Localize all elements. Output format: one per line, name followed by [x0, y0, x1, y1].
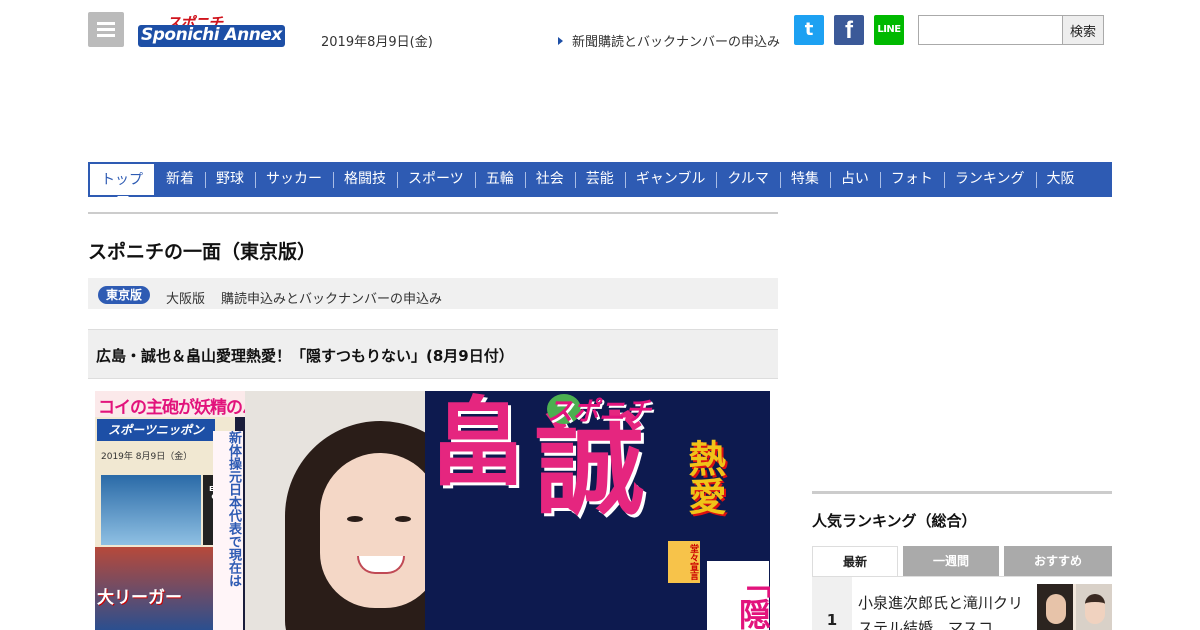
front-page-image[interactable]: コイの主砲が妖精のハート撃ち抜いた スポーツニッポン 2019年 8月9日（金）… — [95, 391, 770, 630]
fp-love-text: 熱愛 — [681, 439, 726, 515]
line-icon[interactable]: LINE — [874, 15, 904, 45]
global-nav: トップ 新着 野球 サッカー 格闘技 スポーツ 五輪 社会 芸能 ギャンブル クルマ 特集 占い フォトラ… — [88, 162, 1112, 202]
logo-roman: Sponichi Annex — [138, 25, 285, 47]
sidebar-divider — [812, 491, 1112, 494]
fp-gymnast-text: 新体操元日本代表で現在は — [213, 431, 243, 630]
fp-eye — [395, 516, 411, 522]
edition-selector: 東京版 大阪版 購読申込みとバックナンバーの申込み — [88, 278, 778, 309]
nav-item-13[interactable]: フォト — [879, 162, 944, 197]
nav-item-7[interactable]: 社会 — [524, 162, 575, 197]
ranking-tabs: 最新 一週間 おすすめ — [812, 546, 1112, 576]
ranking-row[interactable]: 1 小泉進次郎氏と滝川クリステル結婚 マスコ — [812, 576, 1112, 630]
ranking-number: 1 — [812, 577, 852, 630]
edition-tab-osaka[interactable]: 大阪版 — [166, 288, 205, 307]
ranking-tab-latest[interactable]: 最新 — [812, 546, 898, 576]
divider — [88, 212, 778, 214]
nav-item-14[interactable]: ランキング — [943, 162, 1036, 197]
current-date: 2019年8月9日(金) — [321, 35, 433, 50]
fp-logo: スポニチ — [547, 397, 652, 427]
nav-item-11[interactable]: 特集 — [779, 162, 830, 197]
headline[interactable]: 広島・誠也＆畠山愛理熱愛！「隠すつもりない」(8月9日付） — [96, 345, 514, 366]
subscribe-backnumber-link[interactable]: 購読申込みとバックナンバーの申込み — [221, 288, 442, 307]
nav-item-1[interactable]: 新着 — [155, 162, 205, 197]
nav-item-12[interactable]: 占い — [829, 162, 880, 197]
thumb-face — [1046, 594, 1066, 624]
ranking-title: 人気ランキング（総合） — [812, 512, 977, 530]
search-button[interactable]: 検索 — [1062, 15, 1104, 45]
thumb-face — [1085, 594, 1105, 624]
fp-eye — [347, 516, 363, 522]
subscribe-link[interactable]: 新聞購読とバックナンバーの申込み — [558, 31, 780, 50]
nav-item-0[interactable]: トップ — [89, 163, 155, 202]
hamburger-menu-icon[interactable] — [88, 12, 124, 47]
fp-kakusu-text: 「隠 — [707, 561, 770, 630]
ranking-tab-recommended[interactable]: おすすめ — [1004, 546, 1112, 576]
fp-ad-image — [101, 475, 201, 545]
nav-item-10[interactable]: クルマ — [716, 162, 780, 197]
headline-box: 広島・誠也＆畠山愛理熱愛！「隠すつもりない」(8月9日付） — [88, 329, 778, 379]
nav-item-4[interactable]: 格闘技 — [333, 162, 397, 197]
ranking-thumbnail[interactable] — [1037, 584, 1112, 630]
fp-masthead: スポーツニッポン — [97, 419, 215, 441]
ranking-tab-week[interactable]: 一週間 — [903, 546, 999, 576]
fp-sengen-badge: 堂々宣言 — [668, 541, 700, 583]
nav-item-9[interactable]: ギャンブル — [624, 162, 717, 197]
fp-big-char-1: 畠 — [430, 391, 526, 499]
fp-league-text: 大リーガー — [97, 588, 182, 608]
page-title: スポニチの一面（東京版） — [88, 241, 317, 263]
search-input[interactable] — [918, 15, 1063, 45]
fp-date: 2019年 8月9日（金） — [101, 452, 193, 462]
nav-item-5[interactable]: スポーツ — [397, 162, 475, 197]
facebook-icon[interactable]: f — [834, 15, 864, 45]
edition-tab-tokyo[interactable]: 東京版 — [98, 286, 151, 304]
site-header: スポニチ Sponichi Annex 2019年8月9日(金) 新聞購読とバッ… — [88, 12, 1112, 52]
nav-item-2[interactable]: 野球 — [205, 162, 255, 197]
caret-right-icon — [558, 37, 563, 45]
nav-item-3[interactable]: サッカー — [255, 162, 333, 197]
site-logo[interactable]: スポニチ Sponichi Annex — [138, 12, 308, 48]
nav-item-6[interactable]: 五輪 — [474, 162, 525, 197]
nav-item-15[interactable]: 大阪 — [1035, 162, 1086, 197]
subscribe-link-label: 新聞購読とバックナンバーの申込み — [572, 35, 781, 50]
ranking-headline[interactable]: 小泉進次郎氏と滝川クリステル結婚 マスコ — [858, 591, 1028, 630]
fp-face — [320, 453, 440, 608]
twitter-icon[interactable]: t — [794, 15, 824, 45]
nav-item-8[interactable]: 芸能 — [574, 162, 625, 197]
